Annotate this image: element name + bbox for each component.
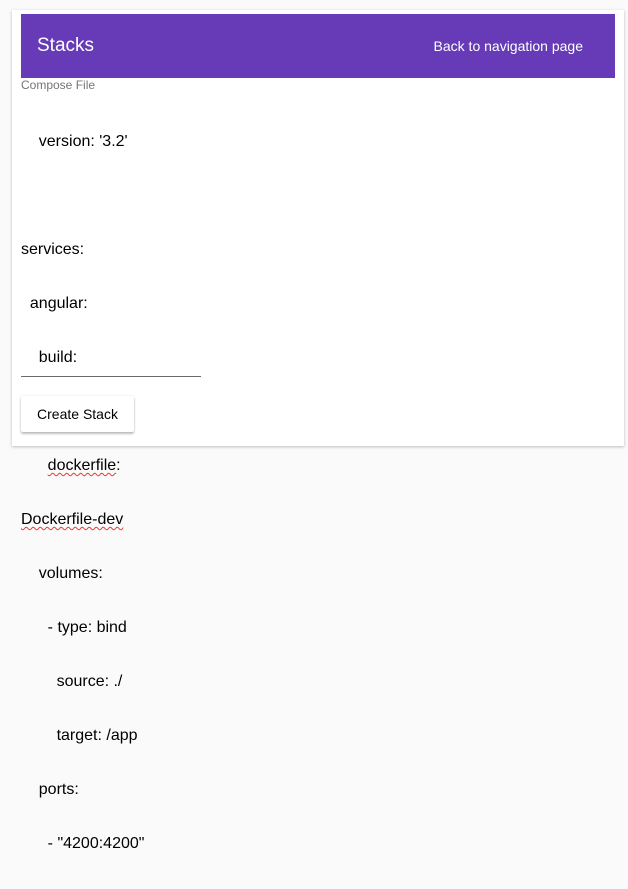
page-title: Stacks bbox=[37, 35, 95, 56]
compose-line bbox=[21, 187, 201, 205]
compose-line: - "4200:4200" bbox=[21, 835, 145, 852]
compose-line: source: ./ bbox=[21, 673, 123, 690]
compose-line-dockerfile: dockerfile: bbox=[47, 457, 121, 474]
compose-line: version: '3.2' bbox=[21, 133, 128, 150]
spellcheck-word: Dockerfile-dev bbox=[21, 511, 124, 528]
compose-file-label: Compose File bbox=[21, 78, 96, 92]
compose-line: angular: bbox=[21, 295, 88, 312]
compose-line: volumes: bbox=[21, 565, 103, 582]
app-toolbar: Stacks Back to navigation page bbox=[21, 14, 615, 78]
compose-line: services: bbox=[21, 241, 85, 258]
compose-line: ports: bbox=[21, 781, 79, 798]
compose-line: target: /app bbox=[21, 727, 138, 744]
spellcheck-word: dockerfile bbox=[47, 457, 117, 474]
compose-line-dockerfile-value: Dockerfile-dev bbox=[21, 511, 201, 529]
compose-file-textarea[interactable]: version: '3.2' services: angular: build:… bbox=[21, 97, 201, 852]
back-to-navigation-link[interactable]: Back to navigation page bbox=[434, 38, 583, 54]
create-stack-button[interactable]: Create Stack bbox=[21, 396, 134, 432]
stack-form-card: Stacks Back to navigation page Compose F… bbox=[12, 10, 624, 852]
compose-line: - type: bind bbox=[21, 619, 127, 636]
compose-line: build: bbox=[21, 349, 78, 366]
